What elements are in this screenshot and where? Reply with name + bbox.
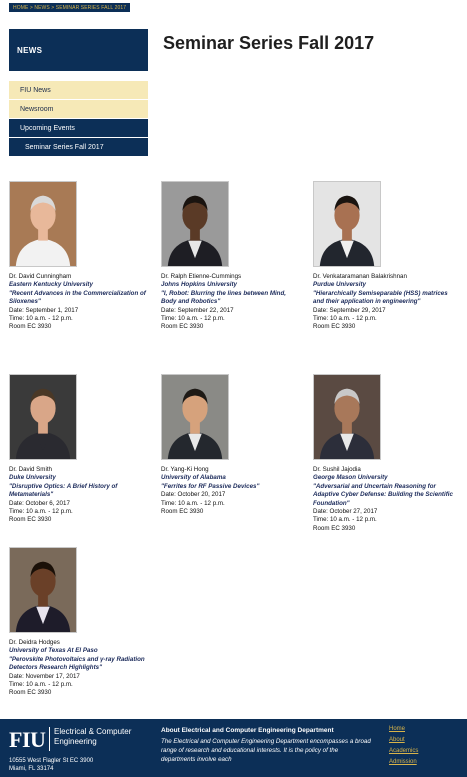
address-line: Miami, FL 33174 [9,766,54,772]
footer-link-admission[interactable]: Admission [389,759,418,765]
speaker-date: Date: September 1, 2017 [9,306,79,314]
speaker-name: Dr. David Cunningham [9,273,72,280]
sidebar-item-newsroom[interactable]: Newsroom [9,100,148,119]
speaker-card: Dr. Venkataramanan Balakrishnan Purdue Un… [313,181,453,332]
speaker-info: Dr. David Smith Duke University "Disruptiv… [9,466,149,525]
speaker-photo [313,374,381,460]
speaker-time: Time: 10 a.m. - 12 p.m. [9,315,73,323]
address: 10555 West Flagler St EC 3900 Miami, FL … [9,757,93,773]
sidebar-nav: FIU News Newsroom Upcoming Events Semina… [9,81,148,157]
speaker-room: Room EC 3930 [9,689,52,697]
speaker-photo [9,181,77,267]
logo-divider [49,727,50,751]
speaker-info: Dr. Deidra Hodges University of Texas At … [9,639,149,698]
sidebar-item-label: Upcoming Events [20,124,75,132]
sidebar-item-label: Newsroom [20,105,54,113]
speaker-photo [313,181,381,267]
footer-link-academics[interactable]: Academics [389,748,418,754]
sidebar-item-label: FIU News [20,86,51,94]
speaker-info: Dr. Sushil Jajodia George Mason Universit… [313,466,453,533]
speaker-time: Time: 10 a.m. - 12 p.m. [313,315,377,323]
page-title: Seminar Series Fall 2017 [163,33,375,53]
fiu-logo[interactable]: FIU [9,727,46,753]
speaker-room: Room EC 3930 [313,323,356,331]
speaker-photo [161,181,229,267]
speaker-room: Room EC 3930 [161,323,204,331]
speaker-date: Date: November 17, 2017 [9,672,80,680]
speaker-name: Dr. Venkataramanan Balakrishnan [313,273,407,280]
speaker-card: Dr. David Cunningham Eastern Kentucky Uni… [9,181,149,332]
speaker-talk-title: "Hierarchically Semiseparable (HSS) matr… [313,289,448,306]
speaker-date: Date: October 20, 2017 [161,491,226,499]
speaker-affiliation: Johns Hopkins University [161,281,237,289]
speaker-name: Dr. Deidra Hodges [9,639,60,646]
speaker-talk-title: "I, Robot: Blurring the lines between Mi… [161,289,286,306]
breadcrumb[interactable]: HOME > NEWS > SEMINAR SERIES FALL 2017 [9,3,131,12]
breadcrumb-text[interactable]: HOME > NEWS > SEMINAR SERIES FALL 2017 [13,5,126,11]
speaker-card: Dr. Ralph Etienne-Cummings Johns Hopkins … [161,181,301,332]
speaker-card: Dr. Yang-Ki Hong University of Alabama "Fe… [161,374,301,516]
speaker-time: Time: 10 a.m. - 12 p.m. [161,315,225,323]
speaker-date: Date: September 22, 2017 [161,306,234,314]
speaker-affiliation: University of Alabama [161,474,226,482]
speaker-room: Room EC 3930 [161,508,204,516]
sidebar-item-label: Seminar Series Fall 2017 [25,143,104,151]
speaker-room: Room EC 3930 [9,516,52,524]
speaker-name: Dr. Sushil Jajodia [313,466,361,473]
speaker-affiliation: George Mason University [313,474,388,482]
sidebar-item-upcoming-events[interactable]: Upcoming Events [9,119,148,138]
about-text: The Electrical and Computer Engineering … [161,738,371,763]
dept-name: Electrical & Computer Engineering [54,727,154,747]
speaker-time: Time: 10 a.m. - 12 p.m. [9,681,73,689]
speaker-date: Date: October 6, 2017 [9,499,70,507]
footer-link-about[interactable]: About [389,737,418,743]
sidebar-title: NEWS [17,45,43,55]
sidebar-item-seminar-series[interactable]: Seminar Series Fall 2017 [9,138,148,157]
speaker-affiliation: Purdue University [313,281,366,289]
speaker-room: Room EC 3930 [9,323,52,331]
speaker-time: Time: 10 a.m. - 12 p.m. [313,516,377,524]
speaker-affiliation: Eastern Kentucky University [9,281,93,289]
speaker-name: Dr. Yang-Ki Hong [161,466,209,473]
footer: FIU Electrical & Computer Engineering 10… [0,719,467,777]
address-line: 10555 West Flagler St EC 3900 [9,758,94,764]
speaker-affiliation: University of Texas At El Paso [9,647,98,655]
speaker-affiliation: Duke University [9,474,56,482]
sidebar-title-box: NEWS [9,29,148,71]
dept-name-line: Electrical & Computer [54,727,132,736]
speaker-talk-title: "Perovskite Photovoltaics and γ-ray Radi… [9,655,145,672]
dept-name-line: Engineering [54,737,97,746]
speaker-photo [9,547,77,633]
speaker-date: Date: October 27, 2017 [313,508,378,516]
speaker-name: Dr. David Smith [9,466,52,473]
speaker-talk-title: "Ferrites for RF Passive Devices" [161,482,260,490]
speaker-talk-title: "Adversarial and Uncertain Reasoning for… [313,482,453,507]
footer-links: Home About Academics Admission [389,726,418,765]
speaker-card: Dr. Sushil Jajodia George Mason Universit… [313,374,453,533]
speaker-info: Dr. David Cunningham Eastern Kentucky Uni… [9,273,149,332]
about-title: About Electrical and Computer Engineerin… [161,727,334,734]
speaker-talk-title: "Disruptive Optics: A Brief History of M… [9,482,118,499]
speaker-room: Room EC 3930 [313,524,356,532]
speaker-date: Date: September 29, 2017 [313,306,386,314]
speaker-time: Time: 10 a.m. - 12 p.m. [161,499,225,507]
footer-link-home[interactable]: Home [389,726,418,732]
speaker-time: Time: 10 a.m. - 12 p.m. [9,508,73,516]
speaker-info: Dr. Yang-Ki Hong University of Alabama "Fe… [161,466,301,516]
speaker-photo [9,374,77,460]
speaker-talk-title: "Recent Advances in the Commercializatio… [9,289,146,306]
speaker-info: Dr. Venkataramanan Balakrishnan Purdue Un… [313,273,453,332]
speaker-card: Dr. Deidra Hodges University of Texas At … [9,547,149,698]
speaker-name: Dr. Ralph Etienne-Cummings [161,273,242,280]
speaker-photo [161,374,229,460]
speaker-card: Dr. David Smith Duke University "Disruptiv… [9,374,149,525]
sidebar-item-fiu-news[interactable]: FIU News [9,81,148,100]
speaker-info: Dr. Ralph Etienne-Cummings Johns Hopkins … [161,273,301,332]
